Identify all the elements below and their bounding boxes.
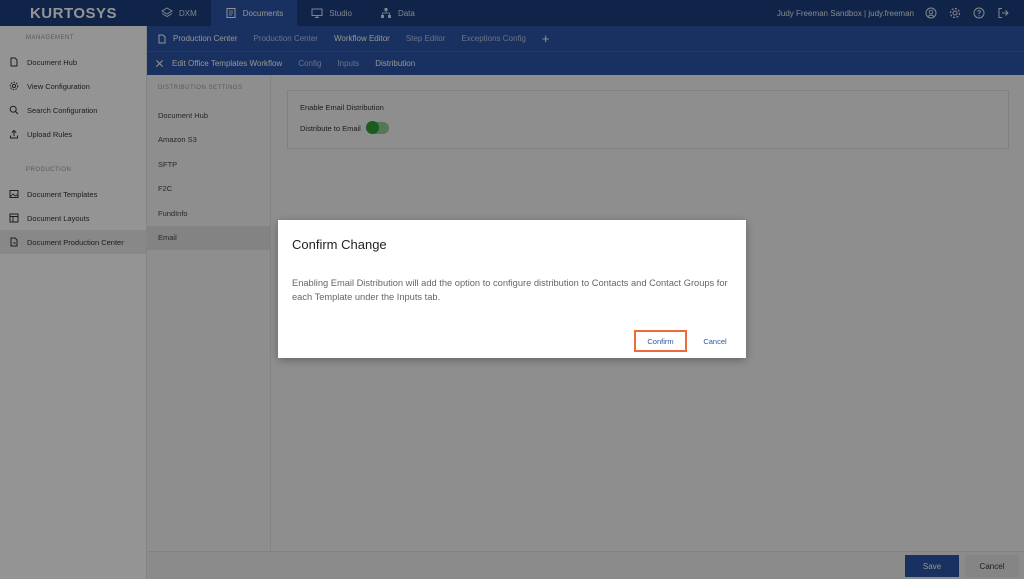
confirm-button[interactable]: Confirm: [634, 330, 687, 352]
confirm-change-dialog: Confirm Change Enabling Email Distributi…: [278, 220, 746, 358]
dialog-cancel-button[interactable]: Cancel: [695, 330, 735, 352]
dialog-title: Confirm Change: [292, 237, 387, 252]
dialog-message: Enabling Email Distribution will add the…: [292, 278, 728, 302]
